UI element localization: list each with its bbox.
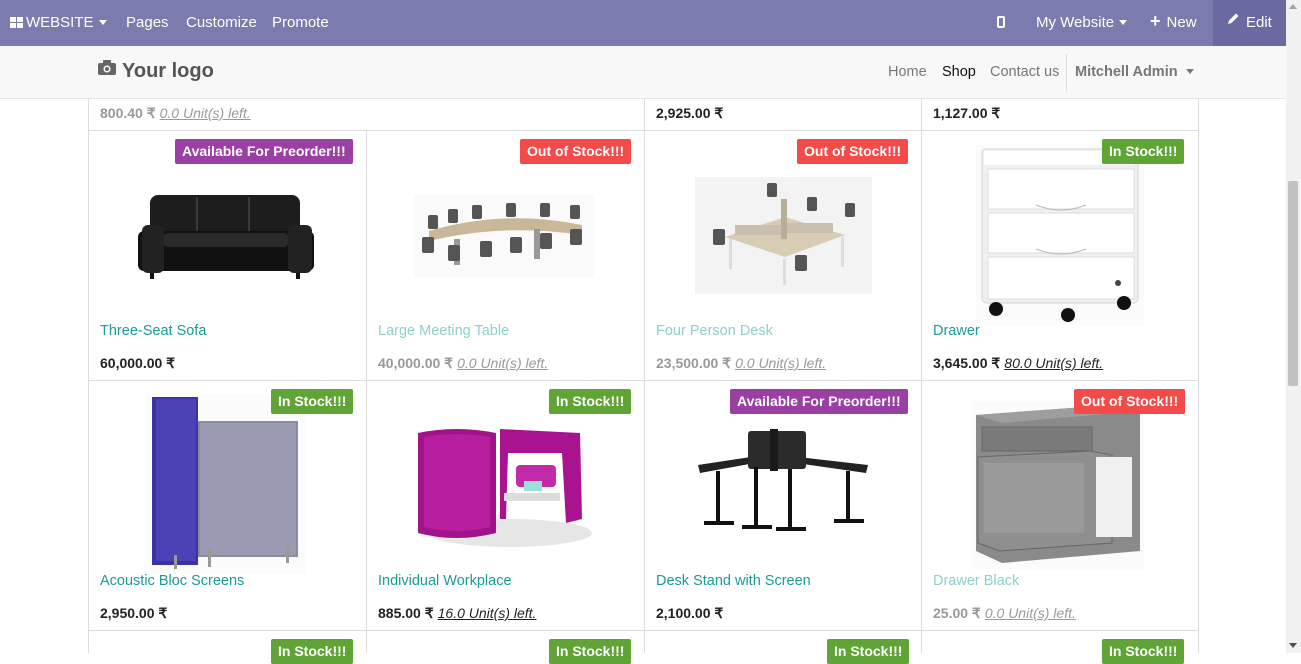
product-grid: 800.40 ₹0.0 Unit(s) left. 2,925.00 ₹ 1,1… [88, 99, 1199, 664]
units-left: 0.0 Unit(s) left. [984, 605, 1076, 621]
grid-divider [88, 130, 1199, 131]
apps-grid-icon [10, 16, 23, 28]
user-name: Mitchell Admin [1075, 64, 1178, 80]
mobile-preview-button[interactable] [997, 0, 1005, 46]
nav-shop[interactable]: Shop [942, 46, 976, 98]
product-price: 60,000.00 ₹ [100, 355, 176, 371]
product-name[interactable]: Drawer [933, 323, 980, 339]
product-price: 2,100.00 ₹ [656, 605, 724, 621]
edit-button-label: Edit [1246, 14, 1272, 31]
scroll-up-arrow-icon[interactable] [1289, 4, 1297, 9]
in-stock-badge: In Stock!!! [827, 639, 910, 664]
in-stock-badge: In Stock!!! [1102, 639, 1185, 664]
grid-divider [88, 630, 1199, 631]
preorder-badge: Available For Preorder!!! [730, 389, 908, 414]
chevron-down-icon [1185, 68, 1194, 74]
product-name[interactable]: Desk Stand with Screen [656, 573, 811, 589]
units-left: 0.0 Unit(s) left. [735, 355, 827, 371]
in-stock-badge: In Stock!!! [549, 389, 632, 414]
nav-home[interactable]: Home [888, 46, 927, 98]
units-left: 0.0 Unit(s) left. [159, 105, 251, 121]
grid-divider [88, 99, 89, 653]
out-of-stock-badge: Out of Stock!!! [520, 139, 632, 164]
user-menu[interactable]: Mitchell Admin [1066, 54, 1204, 92]
product-price: 885.00 ₹16.0 Unit(s) left. [378, 605, 536, 622]
product-name[interactable]: Acoustic Bloc Screens [100, 573, 244, 589]
website-menu-label: WEBSITE [26, 14, 94, 31]
logo-text: Your logo [122, 60, 214, 82]
nav-contact-us[interactable]: Contact us [990, 46, 1059, 98]
product-name[interactable]: Individual Workplace [378, 573, 512, 589]
in-stock-badge: In Stock!!! [549, 639, 632, 664]
site-header: Your logo Home Shop Contact us Mitchell … [0, 46, 1286, 99]
units-left: 80.0 Unit(s) left. [1004, 355, 1104, 371]
new-button-label: New [1166, 14, 1197, 31]
grid-divider [644, 99, 645, 653]
desk-stand-image[interactable] [694, 425, 874, 537]
drawer-black-image[interactable] [972, 401, 1144, 569]
chevron-down-icon [1119, 19, 1128, 25]
website-menu-button[interactable]: WEBSITE [10, 0, 107, 46]
price-value: 800.40 ₹ [100, 105, 156, 121]
site-logo[interactable]: Your logo [98, 60, 214, 83]
website-selector-label: My Website [1036, 14, 1115, 31]
price-value: 23,500.00 ₹ [656, 355, 732, 371]
product-price: 25.00 ₹0.0 Unit(s) left. [933, 605, 1076, 622]
price-value: 885.00 ₹ [378, 605, 434, 621]
product-name[interactable]: Drawer Black [933, 573, 1019, 589]
website-admin-bar: WEBSITE Pages Customize Promote My Websi… [0, 0, 1286, 46]
units-left: 0.0 Unit(s) left. [457, 355, 549, 371]
customize-menu[interactable]: Customize [186, 0, 257, 46]
price-value: 25.00 ₹ [933, 605, 981, 621]
product-price: 40,000.00 ₹0.0 Unit(s) left. [378, 355, 548, 372]
scroll-down-arrow-icon[interactable] [1289, 643, 1297, 648]
website-selector[interactable]: My Website [1036, 0, 1128, 46]
product-price: 3,645.00 ₹80.0 Unit(s) left. [933, 355, 1103, 372]
grid-divider [921, 99, 922, 653]
product-price: 1,127.00 ₹ [933, 105, 1001, 121]
screens-image[interactable] [146, 395, 306, 573]
edit-button[interactable]: Edit [1213, 0, 1286, 46]
grid-divider [88, 380, 1199, 381]
in-stock-badge: In Stock!!! [271, 389, 354, 414]
meeting-table-image[interactable] [414, 195, 594, 277]
mobile-phone-icon [997, 16, 1005, 29]
chevron-down-icon [98, 19, 107, 25]
price-value: 40,000.00 ₹ [378, 355, 454, 371]
units-left: 16.0 Unit(s) left. [437, 605, 537, 621]
grid-divider [1198, 99, 1199, 653]
plus-icon: + [1150, 11, 1161, 32]
price-value: 3,645.00 ₹ [933, 355, 1001, 371]
pencil-icon [1227, 0, 1240, 44]
product-price: 23,500.00 ₹0.0 Unit(s) left. [656, 355, 826, 372]
drawer-image[interactable] [976, 145, 1144, 325]
new-button[interactable]: + New [1150, 0, 1197, 46]
scrollbar-thumb[interactable] [1288, 181, 1298, 386]
product-price: 800.40 ₹0.0 Unit(s) left. [100, 105, 251, 122]
sofa-image[interactable] [136, 189, 316, 284]
grid-divider [366, 130, 367, 653]
product-name[interactable]: Four Person Desk [656, 323, 773, 339]
workplace-image[interactable] [416, 423, 594, 549]
product-price: 2,950.00 ₹ [100, 605, 168, 621]
pages-menu[interactable]: Pages [126, 0, 169, 46]
product-name[interactable]: Large Meeting Table [378, 323, 509, 339]
desk-image[interactable] [695, 177, 872, 294]
product-name[interactable]: Three-Seat Sofa [100, 323, 206, 339]
in-stock-badge: In Stock!!! [271, 639, 354, 664]
promote-menu[interactable]: Promote [272, 0, 329, 46]
out-of-stock-badge: Out of Stock!!! [797, 139, 909, 164]
in-stock-badge: In Stock!!! [1102, 139, 1185, 164]
camera-icon [98, 58, 116, 81]
product-price: 2,925.00 ₹ [656, 105, 724, 121]
preorder-badge: Available For Preorder!!! [175, 139, 353, 164]
out-of-stock-badge: Out of Stock!!! [1074, 389, 1186, 414]
